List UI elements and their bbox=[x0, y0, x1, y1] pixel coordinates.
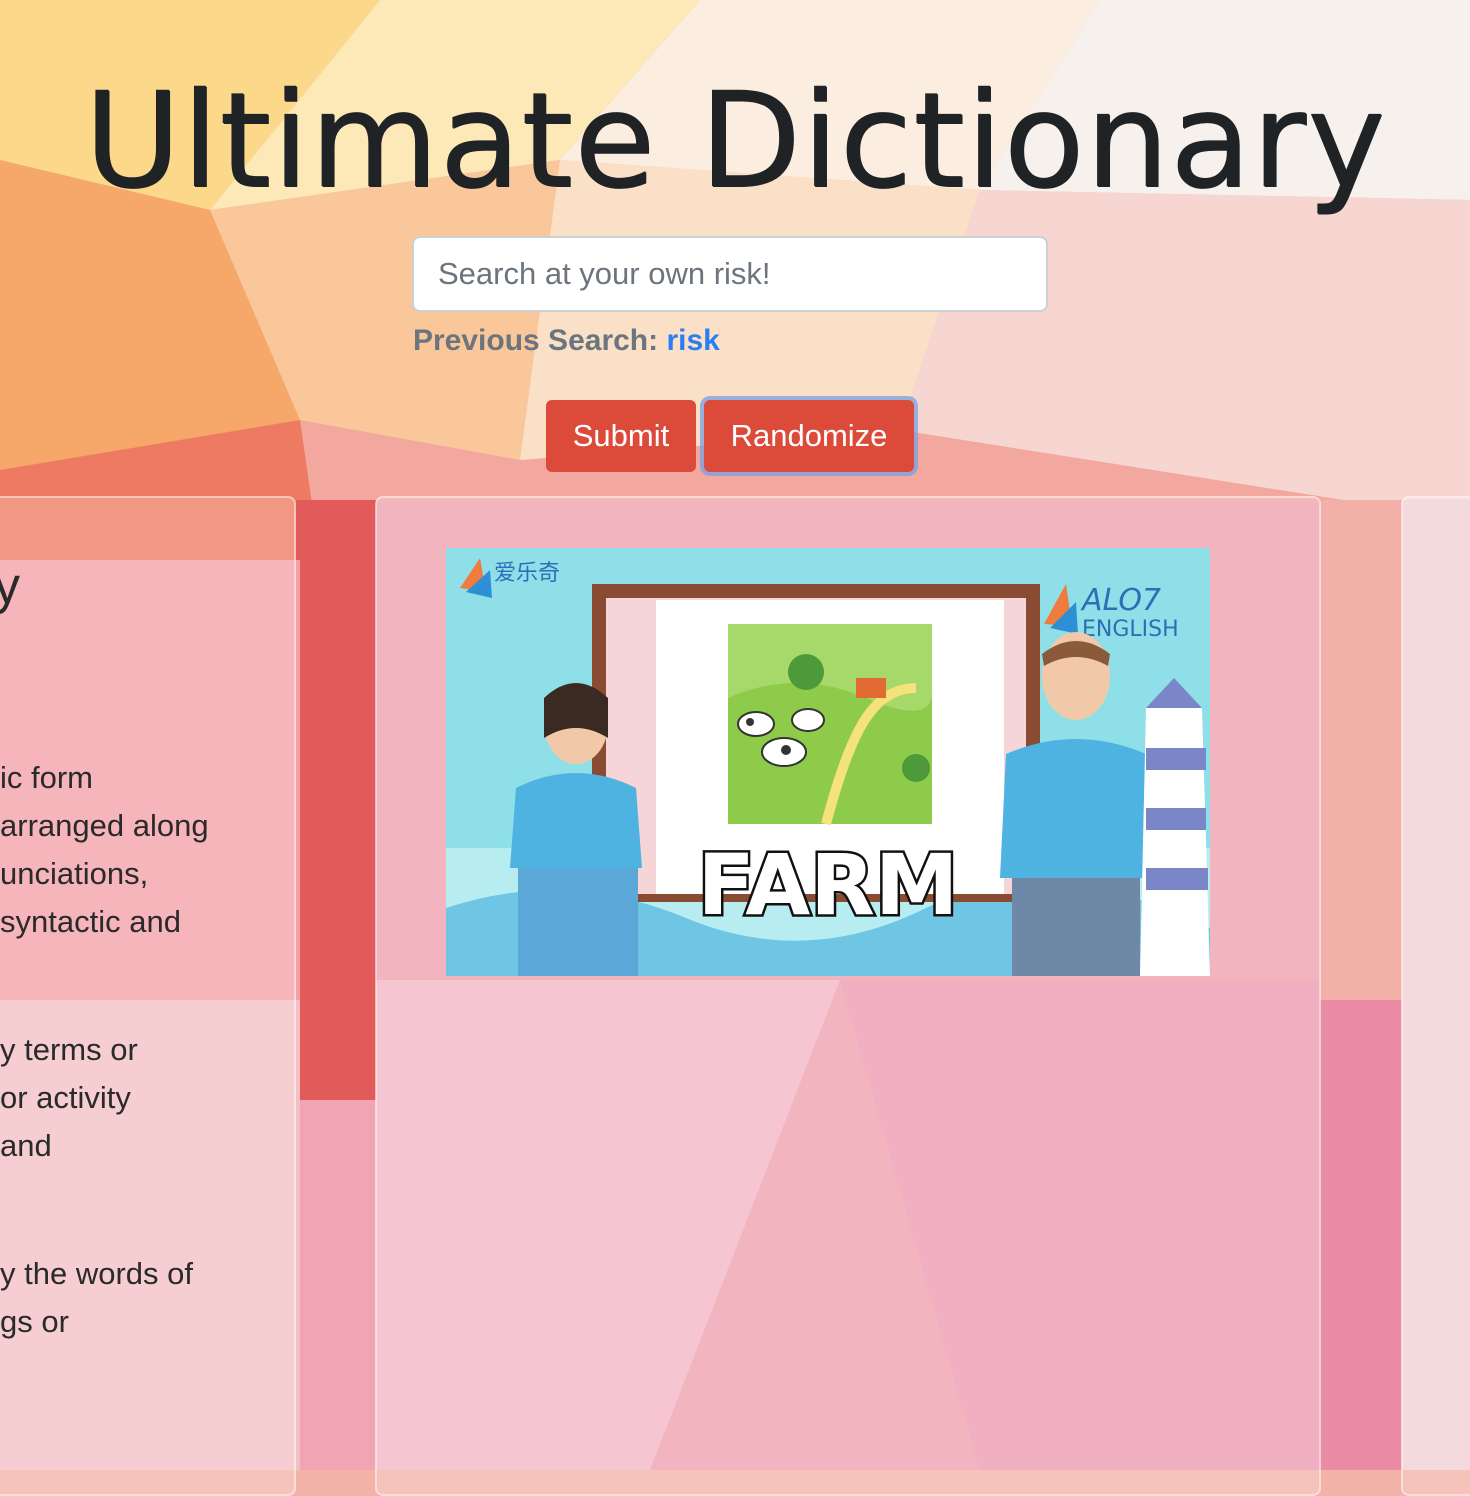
definition-card-left bbox=[0, 496, 296, 1496]
definition-line: arranged along bbox=[0, 808, 209, 843]
definition-line: ic form bbox=[0, 760, 93, 795]
definition-card-right bbox=[1401, 496, 1470, 1496]
lighthouse bbox=[1140, 678, 1210, 976]
definition-line: or activity bbox=[0, 1080, 131, 1115]
svg-text:爱乐奇: 爱乐奇 bbox=[494, 561, 560, 586]
svg-text:ENGLISH: ENGLISH bbox=[1082, 617, 1179, 642]
card-heading-fragment: y bbox=[0, 557, 20, 615]
previous-search-word[interactable]: risk bbox=[666, 324, 719, 357]
search-input[interactable] bbox=[412, 236, 1048, 312]
submit-button[interactable]: Submit bbox=[546, 400, 696, 472]
definition-line: y the words of bbox=[0, 1256, 193, 1291]
definition-line: y terms or bbox=[0, 1032, 138, 1067]
farm-gif-image: 爱乐奇 ALO7 ENGLISH FARM bbox=[446, 548, 1210, 976]
definition-line: and bbox=[0, 1128, 52, 1163]
definition-line: syntactic and bbox=[0, 904, 181, 939]
randomize-button[interactable]: Randomize bbox=[704, 400, 914, 472]
definition-line: unciations, bbox=[0, 856, 149, 891]
previous-search: Previous Search: risk bbox=[413, 324, 720, 358]
page-title: Ultimate Dictionary bbox=[83, 64, 1387, 218]
farm-caption: FARM bbox=[697, 836, 958, 934]
svg-text:ALO7: ALO7 bbox=[1080, 583, 1161, 618]
previous-search-label: Previous Search: bbox=[413, 324, 659, 357]
definition-line: gs or bbox=[0, 1304, 69, 1339]
